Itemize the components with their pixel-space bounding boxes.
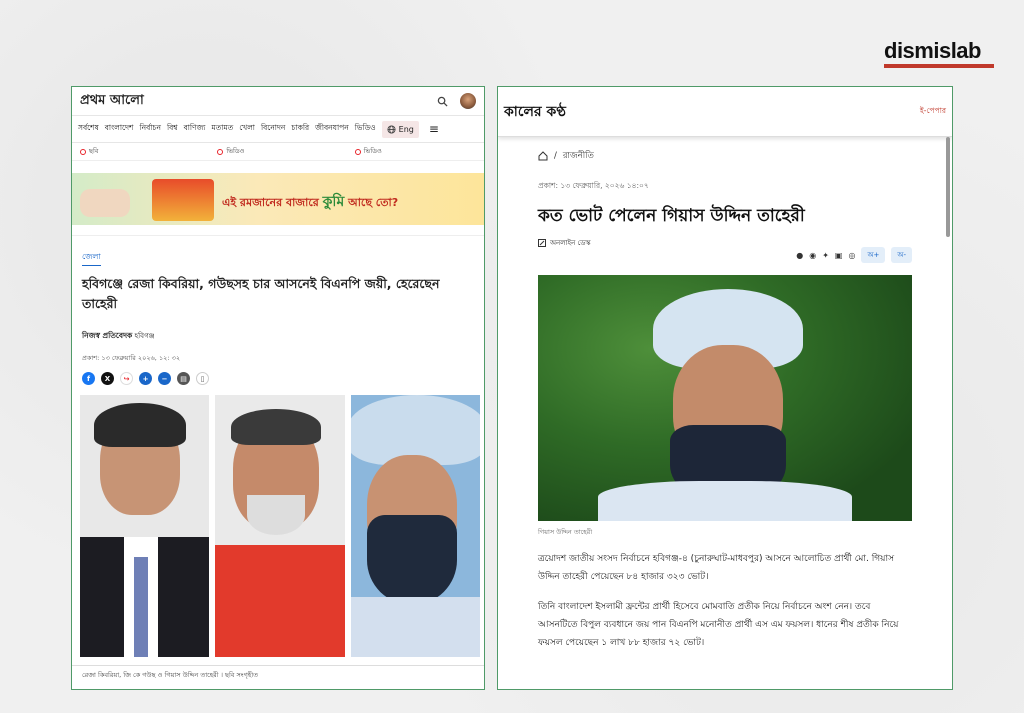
tab-photo[interactable]: ছবি <box>72 146 209 157</box>
nav-item[interactable]: চাকরি <box>291 123 309 135</box>
nav-item[interactable]: জীবনযাপন <box>315 123 349 135</box>
site-header: কালের কণ্ঠ ই-পেপার <box>498 87 952 137</box>
language-button[interactable]: Eng <box>381 120 419 138</box>
nav-item[interactable]: বিশ্ব <box>167 123 178 135</box>
x-icon[interactable]: X <box>101 372 114 385</box>
breadcrumb: / রাজনীতি <box>538 149 912 163</box>
scrollbar[interactable] <box>946 137 950 237</box>
home-icon[interactable] <box>538 151 548 161</box>
nav-item[interactable]: ভিডিও <box>355 123 376 135</box>
grocery-bag-illustration <box>152 179 214 221</box>
author-place: হবিগঞ্জ <box>134 332 155 340</box>
main-nav: সর্বশেষ বাংলাদেশ নির্বাচন বিশ্ব বাণিজ্য … <box>72 115 484 143</box>
twitter-icon[interactable]: ✦ <box>822 251 829 260</box>
bookmark-icon[interactable]: ▯ <box>196 372 209 385</box>
banner-text: এই রমজানের বাজারে <box>222 196 319 209</box>
epaper-link[interactable]: ই-পেপার <box>920 106 946 118</box>
photo-caption: গিয়াস উদ্দিন তাহেরী <box>538 528 593 536</box>
site-logo[interactable]: কালের কণ্ঠ <box>504 100 566 124</box>
camera-icon <box>80 148 86 155</box>
article: জেলা হবিগঞ্জে রেজা কিবরিয়া, গউছসহ চার আ… <box>72 235 484 385</box>
facebook-icon[interactable]: ● <box>796 251 803 260</box>
article-paragraph: ত্রয়োদশ জাতীয় সংসদ নির্বাচনে হবিগঞ্জ-৪… <box>538 554 895 582</box>
linkedin-icon[interactable]: ▣ <box>835 251 843 260</box>
play-icon <box>217 148 224 155</box>
article-headline: কত ভোট পেলেন গিয়াস উদ্দিন তাহেরী <box>538 206 805 226</box>
kaler-kantho-screenshot: কালের কণ্ঠ ই-পেপার / রাজনীতি প্রকাশ: ১৩ … <box>497 86 953 690</box>
nav-item[interactable]: মতামত <box>211 123 233 135</box>
globe-icon <box>387 124 396 134</box>
author-name[interactable]: নিজস্ব প্রতিবেদক <box>82 331 132 340</box>
font-decrease-button[interactable]: অ- <box>891 247 912 263</box>
hand-illustration <box>80 189 130 217</box>
author-line: নিজস্ব প্রতিবেদক হবিগঞ্জ <box>82 330 474 343</box>
category-tag[interactable]: জেলা <box>82 251 101 266</box>
breadcrumb-section[interactable]: রাজনীতি <box>563 149 594 163</box>
nav-item[interactable]: নির্বাচন <box>139 123 161 135</box>
photo-gk-gous <box>215 395 345 657</box>
avatar[interactable] <box>460 93 476 109</box>
whatsapp-icon[interactable]: ◎ <box>848 251 855 260</box>
play-icon <box>354 148 361 155</box>
site-header: প্রথম আলো <box>72 87 484 115</box>
article-paragraph: তিনি বাংলাদেশ ইসলামী ফ্রন্টের প্রার্থী হ… <box>538 602 899 648</box>
pencil-icon <box>538 239 546 247</box>
share-bar: f X ↪ + − ▤ ▯ <box>82 372 474 385</box>
article-photo <box>538 275 912 521</box>
article-photos <box>72 395 484 657</box>
nav-item[interactable]: সর্বশেষ <box>78 123 99 135</box>
media-tabs: ছবি ভিডিও ভিডিও <box>72 143 484 161</box>
tab-video[interactable]: ভিডিও <box>209 146 346 157</box>
article: / রাজনীতি প্রকাশ: ১৩ ফেব্রুয়ারি, ২০২৬ ১… <box>498 149 952 652</box>
nav-item[interactable]: বাংলাদেশ <box>105 123 134 135</box>
facebook-icon[interactable]: f <box>82 372 95 385</box>
byline-text[interactable]: অনলাইন ডেস্ক <box>550 237 591 249</box>
site-logo[interactable]: প্রথম আলো <box>80 91 144 112</box>
brand-underline <box>884 64 994 68</box>
share-bar: ● ◉ ✦ ▣ ◎ অ+ অ- <box>538 247 912 263</box>
tab-video-2[interactable]: ভিডিও <box>347 146 484 157</box>
font-increase-button[interactable]: অ+ <box>861 247 886 263</box>
banner-brand: কুমি <box>322 194 345 210</box>
banner-tail: আছে তো? <box>348 196 399 209</box>
publish-date: প্রকাশ: ১৩ ফেব্রুয়ারি ২০২৬, ১২: ৩২ <box>82 354 181 362</box>
share-icon[interactable]: ↪ <box>120 372 133 385</box>
article-headline: হবিগঞ্জে রেজা কিবরিয়া, গউছসহ চার আসনেই … <box>82 276 440 311</box>
photo-taheri <box>350 395 480 657</box>
ad-banner[interactable]: এই রমজানের বাজারে কুমি আছে তো? <box>72 173 484 225</box>
photo-reza-kibria <box>80 395 210 657</box>
language-label: Eng <box>398 124 414 134</box>
brand-logo: dismislab <box>884 38 981 63</box>
font-plus-icon[interactable]: + <box>139 372 152 385</box>
print-icon[interactable]: ▤ <box>177 372 190 385</box>
font-minus-icon[interactable]: − <box>158 372 171 385</box>
prothom-alo-screenshot: প্রথম আলো সর্বশেষ বাংলাদেশ নির্বাচন বিশ্… <box>71 86 485 690</box>
nav-item[interactable]: বাণিজ্য <box>184 123 206 135</box>
photo-caption: রেজা কিবরিয়া, জি কে গউছ ও গিয়াস উদ্দিন… <box>72 665 484 685</box>
messenger-icon[interactable]: ◉ <box>809 251 816 260</box>
nav-item[interactable]: খেলা <box>239 123 255 135</box>
hamburger-menu-icon[interactable]: ≡ <box>429 122 439 136</box>
search-icon[interactable] <box>437 96 448 107</box>
publish-date: প্রকাশ: ১৩ ফেব্রুয়ারি, ২০২৬ ১৪:০৭ <box>538 181 649 190</box>
nav-item[interactable]: বিনোদন <box>261 123 285 135</box>
